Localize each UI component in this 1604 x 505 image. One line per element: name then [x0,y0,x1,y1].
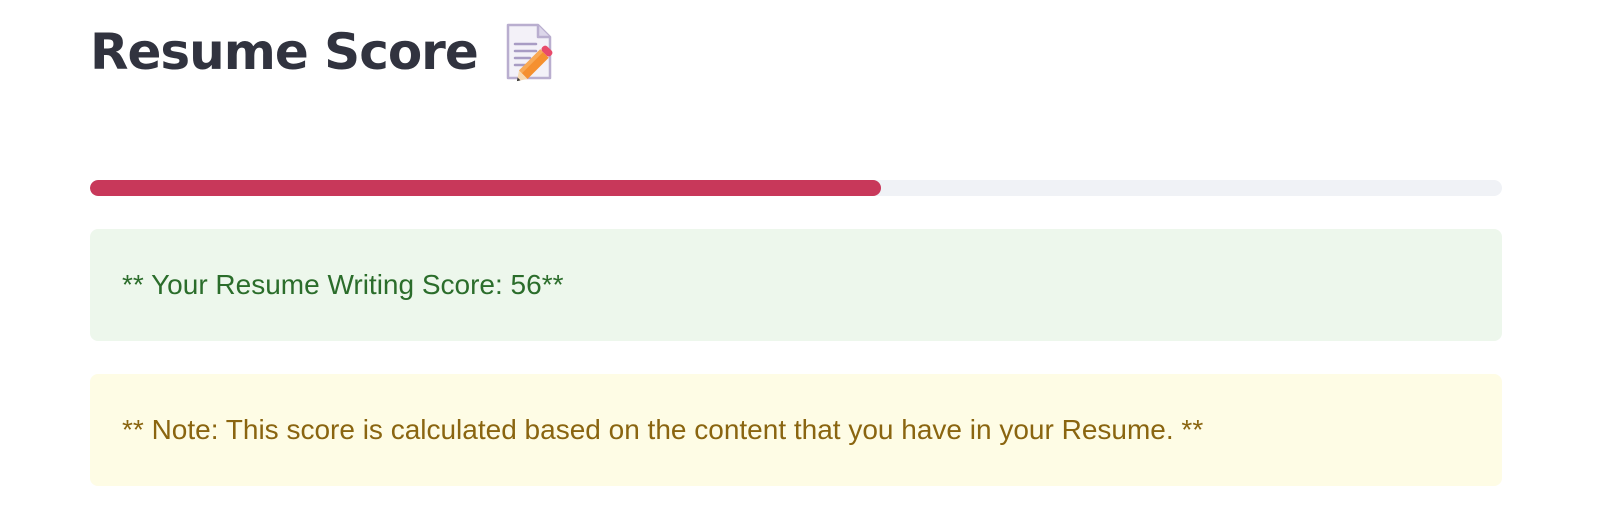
note-message: ** Note: This score is calculated based … [122,414,1204,445]
score-progress-bar [90,180,1502,196]
memo-pencil-icon [504,22,560,82]
title-row: Resume Score [90,14,560,90]
score-message: ** Your Resume Writing Score: 56** [122,269,564,300]
note-warning-alert: ** Note: This score is calculated based … [90,374,1502,486]
score-progress-fill [90,180,881,196]
score-success-alert: ** Your Resume Writing Score: 56** [90,229,1502,341]
page: Resume Score ** Your Resume Writing Scor… [0,0,1604,505]
page-title: Resume Score [90,23,479,81]
